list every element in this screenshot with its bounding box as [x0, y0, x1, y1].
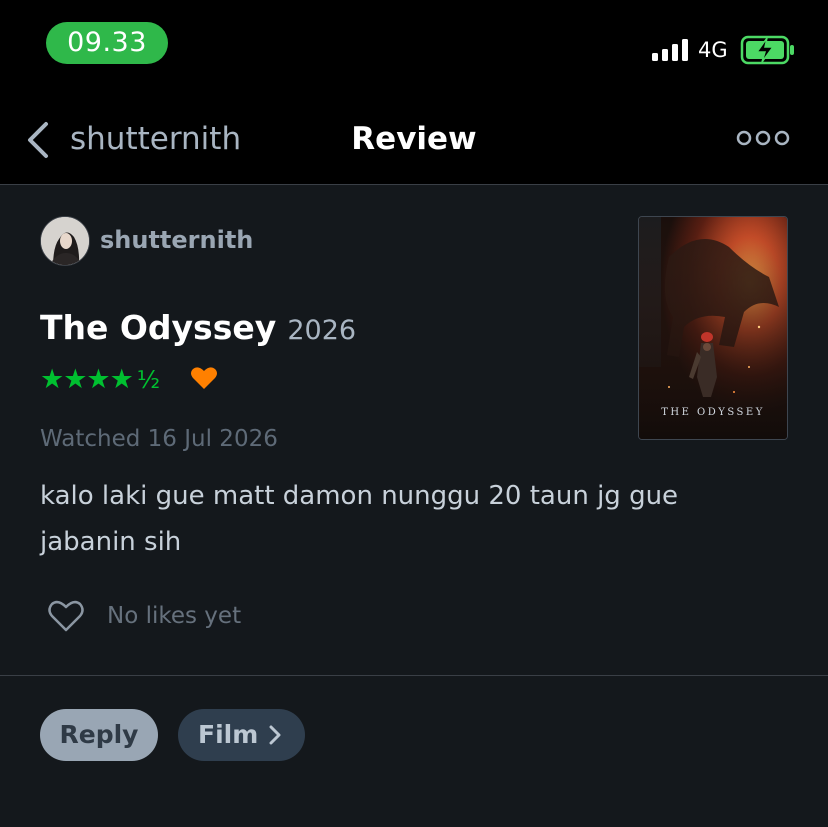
film-heading: The Odyssey 2026	[40, 305, 356, 354]
back-button[interactable]: shutternith	[70, 118, 241, 160]
reply-button[interactable]: Reply	[40, 709, 158, 761]
time-pill[interactable]: 09.33	[46, 22, 168, 64]
more-options-icon[interactable]	[736, 128, 790, 148]
chevron-left-icon[interactable]	[24, 120, 52, 160]
review-text: kalo laki gue matt damon nunggu 20 taun …	[40, 481, 679, 557]
likes-count: No likes yet	[107, 603, 242, 629]
network-type: 4G	[698, 38, 728, 62]
signal-icon	[652, 39, 688, 61]
film-poster[interactable]: THE ODYSSEY	[638, 216, 788, 440]
rating-stars: ★★★★	[40, 364, 134, 395]
divider	[0, 675, 828, 676]
battery-charging-icon	[740, 35, 794, 65]
avatar[interactable]	[40, 216, 90, 266]
watched-date: Watched 16 Jul 2026	[40, 426, 278, 452]
film-year[interactable]: 2026	[287, 315, 356, 346]
avatar-image	[41, 217, 89, 265]
navigation-bar: shutternith Review	[0, 92, 828, 185]
poster-title: THE ODYSSEY	[661, 407, 765, 418]
review-content: shutternith THE ODYSSEY The Odyssey 2026…	[0, 185, 828, 827]
chevron-right-icon	[269, 725, 281, 745]
page-title: Review	[351, 121, 477, 157]
poster-image	[639, 217, 787, 439]
star-rating: ★★★★ ½	[40, 365, 160, 395]
film-button[interactable]: Film	[178, 709, 305, 761]
film-title[interactable]: The Odyssey	[40, 308, 276, 347]
status-bar: 09.33 4G	[0, 0, 828, 92]
review-author[interactable]: shutternith	[100, 223, 253, 257]
film-button-label: Film	[198, 720, 259, 749]
heart-icon	[191, 367, 217, 389]
rating-half: ½	[136, 366, 161, 394]
like-heart-icon[interactable]	[46, 598, 86, 634]
